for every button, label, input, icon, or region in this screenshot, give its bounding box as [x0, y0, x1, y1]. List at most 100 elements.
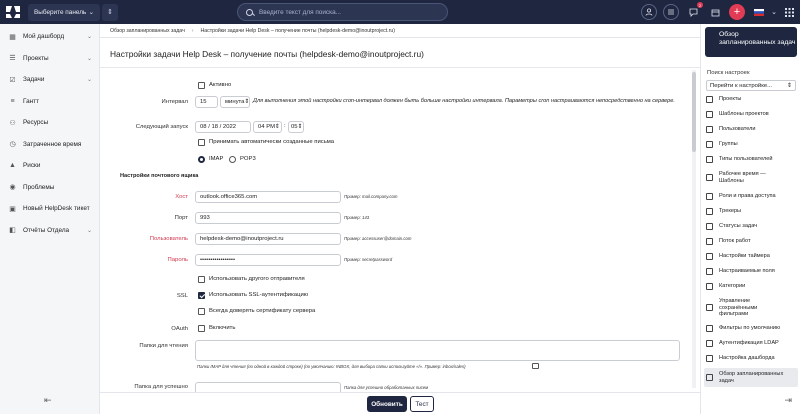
sidebar-item-problems[interactable]: ◉ Проблемы — [0, 177, 99, 199]
next-run-hour-select[interactable]: 04 PM ⇕ — [253, 121, 282, 133]
settings-item-work-time[interactable]: Рабочее время — Шаблоны — [706, 171, 776, 184]
pop3-radio[interactable] — [229, 156, 236, 163]
settings-item-categories[interactable]: Категории — [706, 283, 798, 290]
settings-item-user-types[interactable]: Типы пользователей — [706, 156, 798, 163]
user-input[interactable]: helpdesk-demo@inoutproject.ru — [195, 233, 341, 245]
workflow-icon — [706, 238, 713, 245]
settings-item-project-templates[interactable]: Шаблоны проектов — [706, 111, 798, 118]
oauth-enable-checkbox[interactable] — [198, 325, 205, 332]
settings-item-label: Трекеры — [719, 208, 742, 215]
roles-icon — [706, 193, 713, 200]
password-input[interactable]: ••••••••••••••••• — [195, 254, 341, 266]
settings-item-trackers[interactable]: Трекеры — [706, 208, 798, 215]
language-flag-icon[interactable] — [751, 4, 767, 20]
user-icon[interactable] — [641, 4, 657, 20]
settings-item-label: Проекты — [719, 96, 742, 103]
ldap-icon — [706, 340, 713, 347]
settings-item-label: Типы пользователей — [719, 156, 773, 163]
next-run-hour: 04 PM — [258, 124, 276, 130]
settings-item-saved-filters[interactable]: Управление сохранёнными фильтрами — [706, 298, 786, 318]
breadcrumb-item[interactable]: Настройки задачи Help Desk – получение п… — [201, 28, 395, 34]
sidebar-item-dashboard[interactable]: ▦ Мой дашборд ⌄ — [0, 26, 99, 48]
form-footer: Обновить Тест — [100, 392, 700, 414]
add-icon[interactable]: + — [729, 4, 745, 20]
settings-jump-select[interactable]: Перейти к настройке... ⇕ — [706, 80, 796, 91]
sidebar-item-label: Затраченное время — [23, 140, 82, 148]
chevron-down-icon[interactable]: ⌄ — [87, 227, 92, 234]
collapse-sidebar-icon[interactable]: ⇤ — [44, 395, 52, 406]
scrollbar[interactable] — [692, 70, 696, 388]
other-sender-checkbox[interactable] — [198, 276, 205, 283]
sidebar-item-reports[interactable]: ◧ Отчёты Отдела ⌄ — [0, 220, 99, 242]
chevron-updown-icon: ⇕ — [244, 99, 250, 105]
chevron-down-icon[interactable]: ⌄ — [87, 55, 92, 62]
settings-item-groups[interactable]: Группы — [706, 141, 798, 148]
imap-radio[interactable] — [198, 156, 205, 163]
notifications-icon[interactable]: 2 — [685, 2, 703, 20]
settings-panel-header[interactable]: Обзор запланированных задач — [705, 27, 797, 57]
read-folders-textarea[interactable] — [195, 340, 680, 361]
search-input[interactable]: Введите текст для поиска... — [237, 3, 448, 21]
test-button[interactable]: Тест — [410, 396, 434, 412]
next-run-date-input[interactable]: 08 / 18 / 2022 — [195, 121, 251, 133]
chevron-down-icon[interactable]: ⌄ — [770, 4, 778, 20]
sidebar-item-gantt[interactable]: ≡ Гантт — [0, 91, 99, 113]
port-input[interactable]: 993 — [195, 212, 341, 224]
statuses-icon — [706, 223, 713, 230]
settings-item-users[interactable]: Пользователи — [706, 126, 798, 133]
settings-panel: Обзор запланированных задач Поиск настро… — [700, 24, 800, 414]
trust-cert-checkbox[interactable] — [198, 308, 205, 315]
breadcrumb-item[interactable]: Обзор запланированных задач — [110, 28, 185, 34]
settings-jump-value: Перейти к настройке... — [710, 82, 773, 89]
settings-item-default-filters[interactable]: Фильтры по умолчанию — [706, 325, 798, 332]
chevron-updown-icon: ⇕ — [275, 124, 280, 130]
sidebar-item-time[interactable]: ◷ Затраченное время — [0, 134, 99, 156]
other-sender-label: Использовать другого отправителя — [209, 276, 305, 282]
timer-icon — [706, 253, 713, 260]
interval-input[interactable]: 15 — [195, 96, 218, 108]
collapse-panel-icon[interactable]: ⇥ — [784, 395, 792, 406]
host-input[interactable]: outlook.office365.com — [195, 191, 341, 203]
settings-item-label: Пользователи — [719, 126, 756, 133]
settings-item-scheduled-tasks[interactable]: Обзор запланированных задач — [704, 368, 798, 387]
sidebar-item-projects[interactable]: ☰ Проекты ⌄ — [0, 48, 99, 70]
filter-icon — [706, 325, 713, 332]
interval-unit-select[interactable]: минута ⇕ — [220, 96, 250, 108]
active-label: Активно — [209, 82, 232, 88]
sidebar-item-risks[interactable]: ▲ Риски — [0, 155, 99, 177]
settings-item-custom-fields[interactable]: Настраиваемые поля — [706, 268, 798, 275]
settings-item-workflow[interactable]: Поток работ — [706, 238, 798, 245]
search-placeholder: Введите текст для поиска... — [259, 8, 341, 16]
sidebar-item-resources[interactable]: ⚇ Ресурсы — [0, 112, 99, 134]
panel-selector[interactable]: Выберите панель ⌄ — [28, 3, 100, 21]
settings-item-ldap[interactable]: Аутентификация LDAP — [706, 340, 798, 347]
scrollbar-thumb[interactable] — [692, 72, 696, 152]
next-run-min-select[interactable]: 05 ⇕ — [288, 121, 304, 133]
apps-grid-icon[interactable] — [781, 4, 797, 20]
interval-note: Для выполнения этой настройки cron-интер… — [253, 98, 675, 104]
chevron-down-icon[interactable]: ⌄ — [87, 76, 92, 83]
trackers-icon — [706, 208, 713, 215]
settings-item-statuses[interactable]: Статусы задач — [706, 223, 798, 230]
chevron-down-icon[interactable]: ⌄ — [87, 33, 92, 40]
settings-item-projects[interactable]: Проекты — [706, 96, 798, 103]
imap-label: IMAP — [209, 156, 224, 162]
settings-item-timer[interactable]: Настройки таймера — [706, 253, 798, 260]
use-ssl-checkbox[interactable] — [198, 292, 205, 299]
settings-item-label: Категории — [719, 283, 746, 290]
sidebar-item-new-ticket[interactable]: ▣ Новый HelpDesk тикет — [0, 198, 99, 220]
checklist-icon[interactable] — [663, 4, 679, 20]
sidebar: ▦ Мой дашборд ⌄ ☰ Проекты ⌄ ☑ Задачи ⌄ ≡ Гантт … — [0, 24, 100, 414]
active-checkbox[interactable] — [198, 82, 205, 89]
panel-nav-arrows[interactable]: ⇕ — [102, 3, 118, 21]
settings-item-roles[interactable]: Роли и права доступа — [706, 193, 798, 200]
calendar-icon[interactable] — [707, 4, 723, 20]
notification-badge: 2 — [697, 2, 703, 8]
update-button[interactable]: Обновить — [367, 396, 407, 412]
accept-auto-checkbox[interactable] — [198, 139, 205, 146]
sidebar-item-tasks[interactable]: ☑ Задачи ⌄ — [0, 69, 99, 91]
app-logo[interactable] — [0, 0, 26, 24]
settings-item-dashboard-settings[interactable]: Настройка дашборда — [706, 355, 798, 362]
port-label: Порт — [174, 215, 188, 221]
time-separator: : — [284, 123, 286, 129]
